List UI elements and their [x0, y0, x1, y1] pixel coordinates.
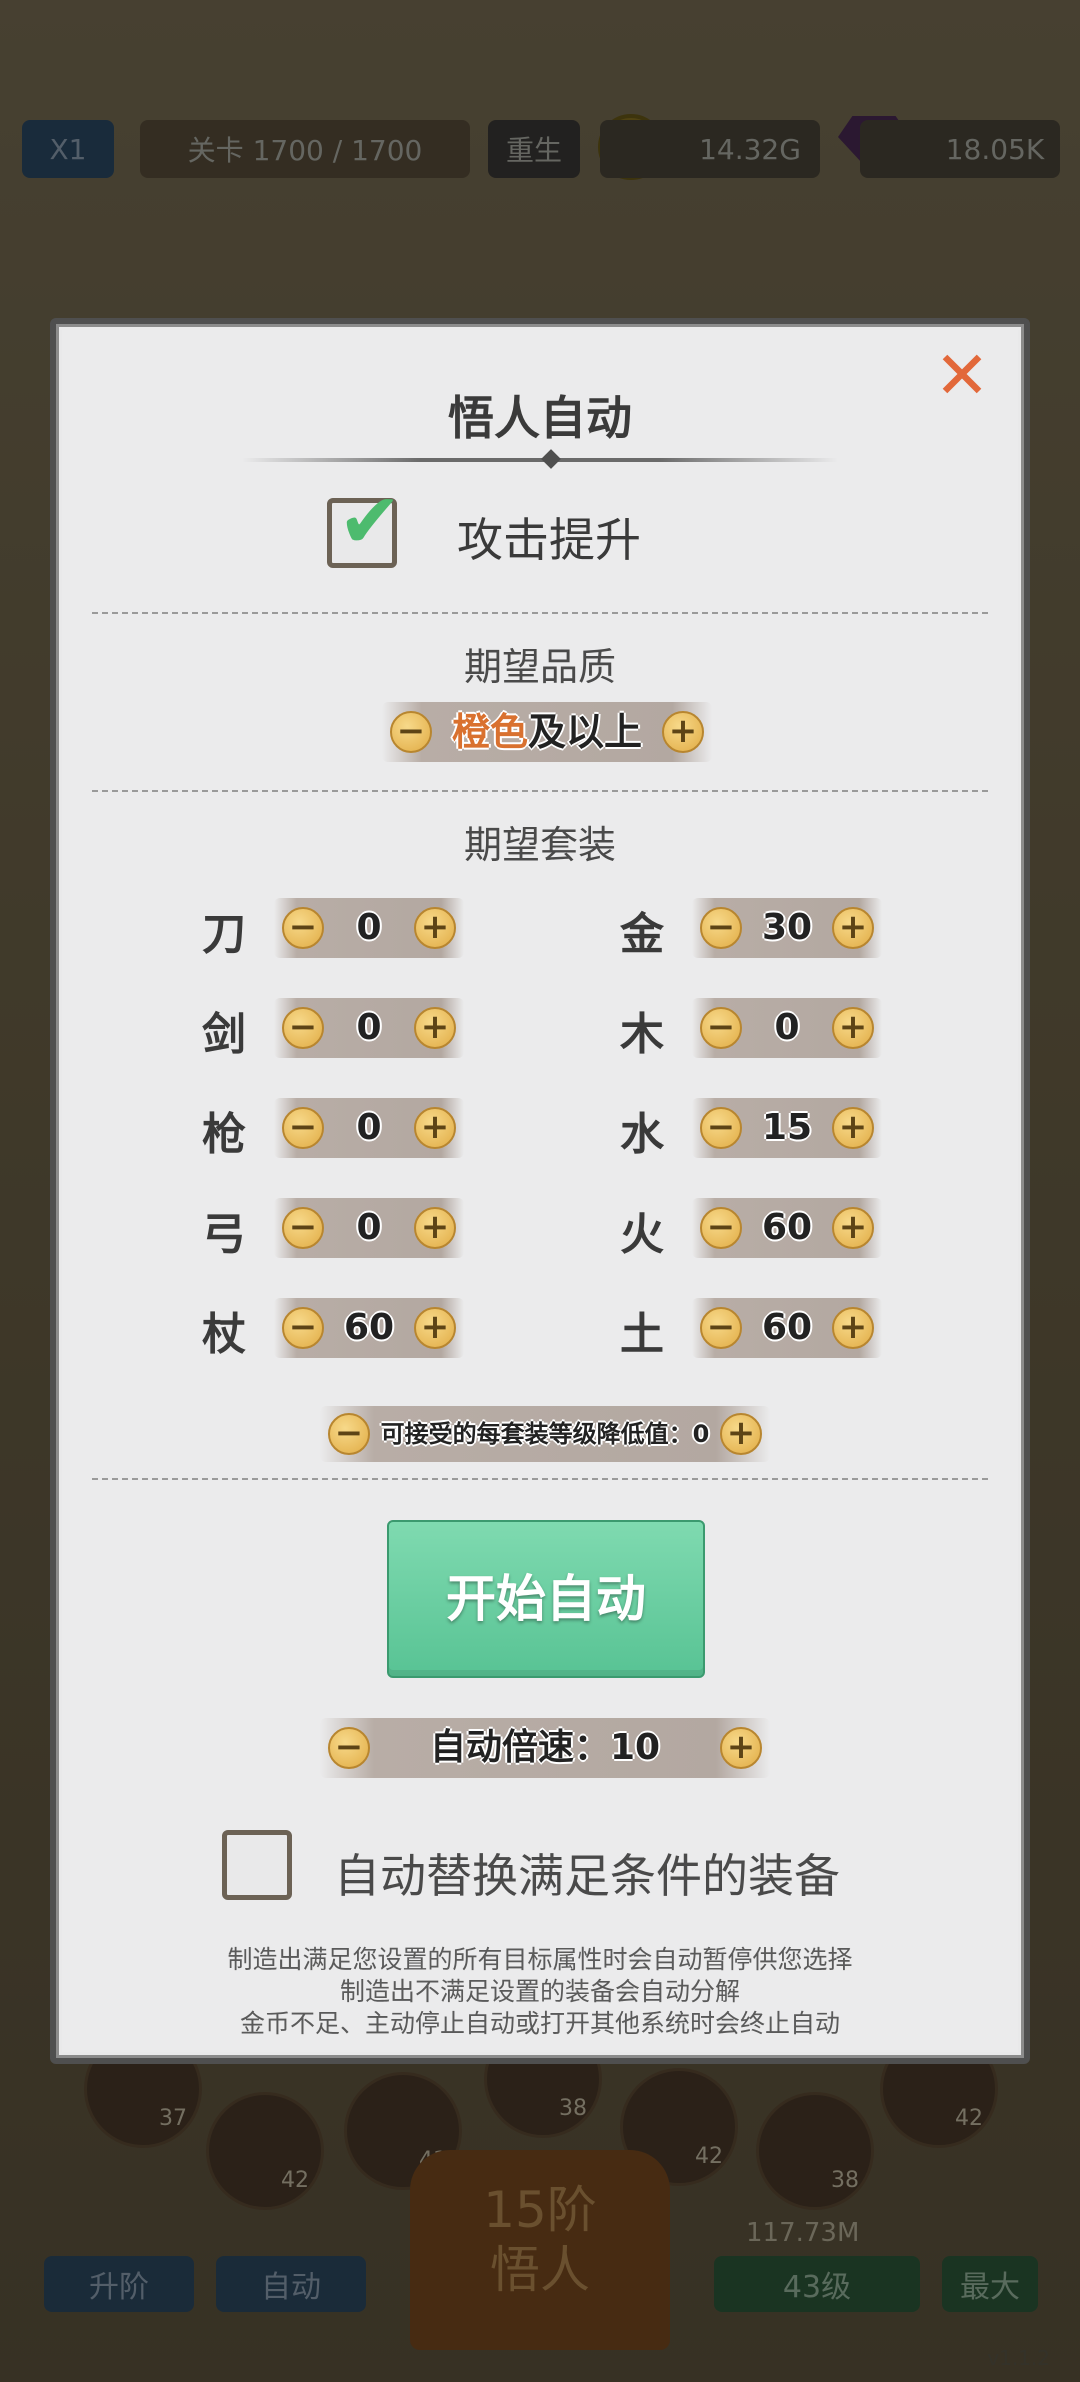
set-increase-button[interactable]: + [832, 907, 874, 949]
set-stepper-jian: − 0 + [274, 998, 464, 1058]
set-decrease-button[interactable]: − [282, 1307, 324, 1349]
dialog-body: ✕ 悟人自动 ✔ 攻击提升 期望品质 − 橙色及以上 + 期望套装 刀 − 0 … [62, 330, 1018, 2052]
set-label-dao: 刀 [202, 909, 246, 960]
set-stepper-dao: − 0 + [274, 898, 464, 958]
set-stepper-shui: − 15 + [692, 1098, 882, 1158]
set-increase-button[interactable]: + [414, 1107, 456, 1149]
set-label-gong: 弓 [202, 1209, 246, 1260]
set-stepper-tu: − 60 + [692, 1298, 882, 1358]
note-line: 金币不足、主动停止自动或打开其他系统时会终止自动 [239, 2009, 840, 2038]
set-value: 15 [761, 1107, 813, 1148]
set-stepper-qiang: − 0 + [274, 1098, 464, 1158]
start-auto-button[interactable]: 开始自动 [387, 1520, 705, 1678]
set-increase-button[interactable]: + [414, 1007, 456, 1049]
set-decrease-button[interactable]: − [700, 1307, 742, 1349]
set-value: 60 [343, 1307, 395, 1348]
set-decrease-button[interactable]: − [282, 1207, 324, 1249]
set-label-mu: 木 [620, 1009, 664, 1060]
set-label-jin: 金 [620, 909, 664, 960]
set-increase-button[interactable]: + [832, 1007, 874, 1049]
set-label-shui: 水 [620, 1109, 664, 1160]
set-stepper-mu: − 0 + [692, 998, 882, 1058]
note-line: 制造出满足您设置的所有目标属性时会自动暂停供您选择 [227, 1945, 853, 1974]
set-value: 0 [356, 1107, 382, 1148]
set-value: 60 [761, 1207, 813, 1248]
tolerance-decrease-button[interactable]: − [328, 1413, 370, 1455]
quality-stepper: − 橙色及以上 + [382, 702, 712, 762]
set-decrease-button[interactable]: − [282, 907, 324, 949]
set-decrease-button[interactable]: − [700, 907, 742, 949]
set-stepper-zhang: − 60 + [274, 1298, 464, 1358]
set-label-zhang: 杖 [202, 1309, 246, 1360]
tolerance-increase-button[interactable]: + [720, 1413, 762, 1455]
set-increase-button[interactable]: + [832, 1207, 874, 1249]
set-value: 0 [356, 907, 382, 948]
set-decrease-button[interactable]: − [282, 1107, 324, 1149]
set-stepper-jin: − 30 + [692, 898, 882, 958]
set-value: 0 [774, 1007, 800, 1048]
auto-settings-dialog: ✕ 悟人自动 ✔ 攻击提升 期望品质 − 橙色及以上 + 期望套装 刀 − 0 … [50, 318, 1030, 2064]
set-label-qiang: 枪 [202, 1109, 246, 1160]
set-decrease-button[interactable]: − [700, 1007, 742, 1049]
set-increase-button[interactable]: + [414, 907, 456, 949]
divider [92, 612, 988, 614]
set-increase-button[interactable]: + [414, 1207, 456, 1249]
set-stepper-gong: − 0 + [274, 1198, 464, 1258]
tolerance-stepper: − 可接受的每套装等级降低值：0 + [320, 1406, 770, 1462]
set-label-tu: 土 [620, 1309, 664, 1360]
set-value: 0 [356, 1207, 382, 1248]
attack-boost-checkbox[interactable]: ✔ [327, 483, 402, 568]
quality-value: 橙色及以上 [434, 702, 660, 762]
notes-text: 制造出满足您设置的所有目标属性时会自动暂停供您选择 制造出不满足设置的装备会自动… [62, 1944, 1018, 2040]
set-value: 0 [356, 1007, 382, 1048]
set-label-huo: 火 [620, 1209, 664, 1260]
set-increase-button[interactable]: + [832, 1107, 874, 1149]
checkmark-icon: ✔ [338, 476, 402, 565]
speed-increase-button[interactable]: + [720, 1727, 762, 1769]
set-stepper-huo: − 60 + [692, 1198, 882, 1258]
quality-section-title: 期望品质 [463, 645, 616, 689]
set-increase-button[interactable]: + [832, 1307, 874, 1349]
divider [92, 1478, 988, 1480]
set-label-jian: 剑 [202, 1009, 246, 1060]
quality-increase-button[interactable]: + [662, 711, 704, 753]
set-decrease-button[interactable]: − [700, 1207, 742, 1249]
auto-replace-checkbox[interactable] [222, 1830, 292, 1900]
title-divider-ornament [541, 449, 561, 469]
auto-replace-label: 自动替换满足条件的装备 [334, 1849, 840, 1903]
set-decrease-button[interactable]: − [700, 1107, 742, 1149]
note-line: 制造出不满足设置的装备会自动分解 [339, 1977, 740, 2006]
speed-decrease-button[interactable]: − [328, 1727, 370, 1769]
divider [92, 790, 988, 792]
quality-color-text: 橙色 [451, 710, 528, 754]
set-value: 30 [761, 907, 813, 948]
dialog-title: 悟人自动 [448, 391, 632, 445]
quality-decrease-button[interactable]: − [390, 711, 432, 753]
set-increase-button[interactable]: + [414, 1307, 456, 1349]
attack-boost-label: 攻击提升 [457, 513, 641, 567]
auto-speed-stepper: − 自动倍速：10 + [320, 1718, 770, 1778]
set-decrease-button[interactable]: − [282, 1007, 324, 1049]
tolerance-label: 可接受的每套装等级降低值：0 [380, 1420, 710, 1448]
set-value: 60 [761, 1307, 813, 1348]
sets-section-title: 期望套装 [463, 823, 616, 867]
auto-speed-label: 自动倍速：10 [429, 1727, 661, 1768]
quality-suffix-text: 及以上 [528, 710, 643, 754]
